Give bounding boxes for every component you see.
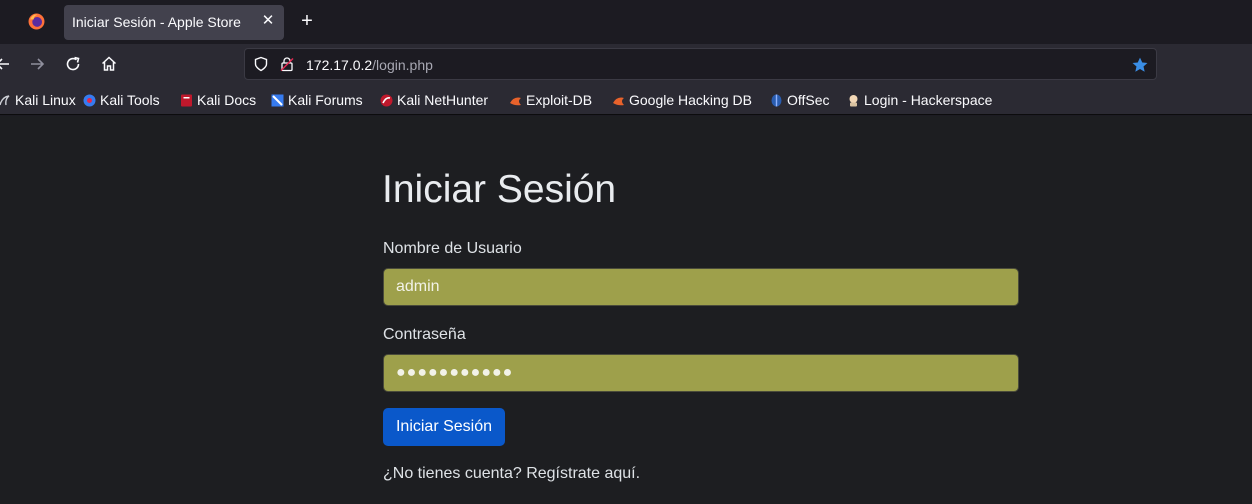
bookmark-exploit-db[interactable]: Exploit-DB bbox=[509, 91, 592, 109]
kali-nethunter-icon bbox=[380, 94, 393, 106]
exploit-db-icon bbox=[510, 97, 521, 105]
url-host: 172.17.0.2 bbox=[306, 57, 373, 73]
bookmark-kali-linux[interactable]: Kali Linux bbox=[0, 91, 76, 109]
firefox-icon[interactable] bbox=[28, 13, 45, 30]
ghdb-icon bbox=[613, 97, 624, 105]
reload-icon[interactable] bbox=[63, 54, 83, 74]
username-value: admin bbox=[396, 278, 440, 295]
navigation-bar: 172.17.0.2/login.php bbox=[0, 44, 1252, 86]
bookmark-label: Exploit-DB bbox=[526, 92, 593, 108]
bookmark-kali-nethunter[interactable]: Kali NetHunter bbox=[380, 91, 488, 109]
hackerspace-icon bbox=[849, 94, 858, 106]
kali-docs-icon bbox=[181, 94, 192, 106]
username-label: Nombre de Usuario bbox=[383, 240, 522, 257]
bookmark-label: Kali Docs bbox=[197, 92, 257, 108]
bookmark-google-hacking-db[interactable]: Google Hacking DB bbox=[612, 91, 752, 109]
bookmark-label: Kali Tools bbox=[100, 92, 160, 108]
home-icon[interactable] bbox=[99, 54, 119, 74]
page-content: Iniciar Sesión Nombre de Usuario admin C… bbox=[0, 116, 1252, 504]
kali-forums-icon bbox=[271, 94, 284, 106]
tab-title: Iniciar Sesión - Apple Store bbox=[72, 14, 241, 30]
bookmark-label: Kali Linux bbox=[15, 92, 76, 108]
bookmark-label: Kali Forums bbox=[288, 92, 363, 108]
bookmark-label: Google Hacking DB bbox=[629, 92, 752, 108]
bookmark-kali-forums[interactable]: Kali Forums bbox=[271, 91, 363, 109]
forward-arrow-icon[interactable] bbox=[27, 54, 47, 74]
insecure-lock-icon[interactable] bbox=[279, 56, 295, 72]
page-title: Iniciar Sesión bbox=[382, 168, 617, 211]
bookmark-label: OffSec bbox=[787, 92, 830, 108]
login-submit-button[interactable]: Iniciar Sesión bbox=[383, 408, 505, 446]
back-arrow-icon[interactable] bbox=[0, 54, 14, 74]
close-tab-icon[interactable]: ✕ bbox=[260, 13, 276, 29]
bookmark-label: Kali NetHunter bbox=[397, 92, 489, 108]
offsec-icon bbox=[771, 94, 782, 106]
bookmark-login-hackerspace[interactable]: Login - Hackerspace bbox=[847, 91, 992, 109]
password-label: Contraseña bbox=[383, 326, 466, 343]
url-path: /login.php bbox=[372, 57, 433, 73]
tracking-protection-shield-icon[interactable] bbox=[253, 56, 269, 72]
username-input[interactable]: admin bbox=[383, 268, 1019, 306]
bookmark-star-icon[interactable] bbox=[1131, 56, 1149, 74]
url-text[interactable]: 172.17.0.2/login.php bbox=[306, 57, 433, 73]
bookmarks-toolbar: Kali Linux Kali Tools Kali Docs Kali For… bbox=[0, 86, 1252, 115]
new-tab-button[interactable]: + bbox=[296, 10, 318, 32]
register-link[interactable]: ¿No tienes cuenta? Regístrate aquí. bbox=[383, 465, 640, 483]
password-value: ●●●●●●●●●●● bbox=[396, 364, 514, 381]
kali-tools-icon bbox=[83, 94, 96, 106]
bookmark-offsec[interactable]: OffSec bbox=[770, 91, 830, 109]
password-input[interactable]: ●●●●●●●●●●● bbox=[383, 354, 1019, 392]
active-tab[interactable]: Iniciar Sesión - Apple Store ✕ bbox=[64, 5, 284, 40]
bookmark-kali-tools[interactable]: Kali Tools bbox=[83, 91, 160, 109]
address-bar[interactable]: 172.17.0.2/login.php bbox=[244, 48, 1157, 80]
bookmark-label: Login - Hackerspace bbox=[864, 92, 993, 108]
tab-strip: Iniciar Sesión - Apple Store ✕ + bbox=[0, 0, 1252, 44]
kali-dragon-icon bbox=[0, 94, 10, 105]
bookmark-kali-docs[interactable]: Kali Docs bbox=[180, 91, 256, 109]
